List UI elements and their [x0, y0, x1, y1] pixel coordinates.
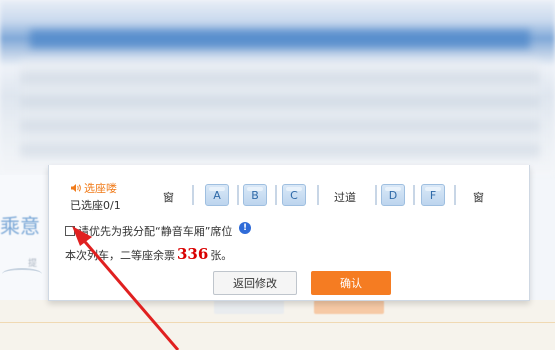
background-swoosh — [2, 268, 42, 280]
background-ghost-button-orange — [314, 300, 384, 314]
quiet-carriage-preference[interactable]: 请优先为我分配“静音车厢”席位 — [65, 223, 232, 239]
seat-divider — [317, 185, 319, 205]
quiet-carriage-label: 请优先为我分配“静音车厢”席位 — [78, 225, 233, 238]
seat-divider — [275, 185, 277, 205]
seat-a-button[interactable]: A — [205, 184, 229, 206]
back-to-edit-button[interactable]: 返回修改 — [213, 271, 297, 295]
confirm-button[interactable]: 确认 — [311, 271, 391, 295]
window-label-right: 窗 — [473, 191, 484, 204]
seat-map-row: 窗 A B C 过道 D F 窗 — [49, 183, 529, 209]
background-left-small-text: 提 — [28, 259, 38, 269]
window-label-left: 窗 — [163, 191, 174, 204]
remaining-suffix: 张。 — [210, 249, 233, 262]
aisle-label: 过道 — [334, 191, 356, 204]
seat-divider — [192, 185, 194, 205]
blurred-content-rows — [20, 60, 540, 160]
seat-selection-dialog: 选座喽 已选座0/1 窗 A B C 过道 D F 窗 请优先为我分配“静音车厢… — [48, 165, 530, 301]
background-left-text: 乘意 — [0, 214, 40, 238]
seat-f-button[interactable]: F — [421, 184, 445, 206]
remaining-count: 336 — [177, 245, 209, 263]
background-footer-divider — [0, 322, 555, 323]
seat-divider — [454, 185, 456, 205]
seat-divider — [237, 185, 239, 205]
remaining-prefix: 本次列车，二等座余票 — [65, 249, 175, 262]
seat-divider — [413, 185, 415, 205]
seat-divider — [375, 185, 377, 205]
remaining-tickets-text: 本次列车，二等座余票 336 张。 — [65, 245, 232, 263]
seat-d-button[interactable]: D — [381, 184, 405, 206]
background-ghost-button — [214, 300, 284, 314]
blurred-header-band — [30, 30, 530, 48]
info-icon[interactable]: ! — [239, 222, 251, 234]
seat-c-button[interactable]: C — [282, 184, 306, 206]
quiet-carriage-checkbox[interactable] — [65, 226, 75, 236]
seat-b-button[interactable]: B — [243, 184, 267, 206]
